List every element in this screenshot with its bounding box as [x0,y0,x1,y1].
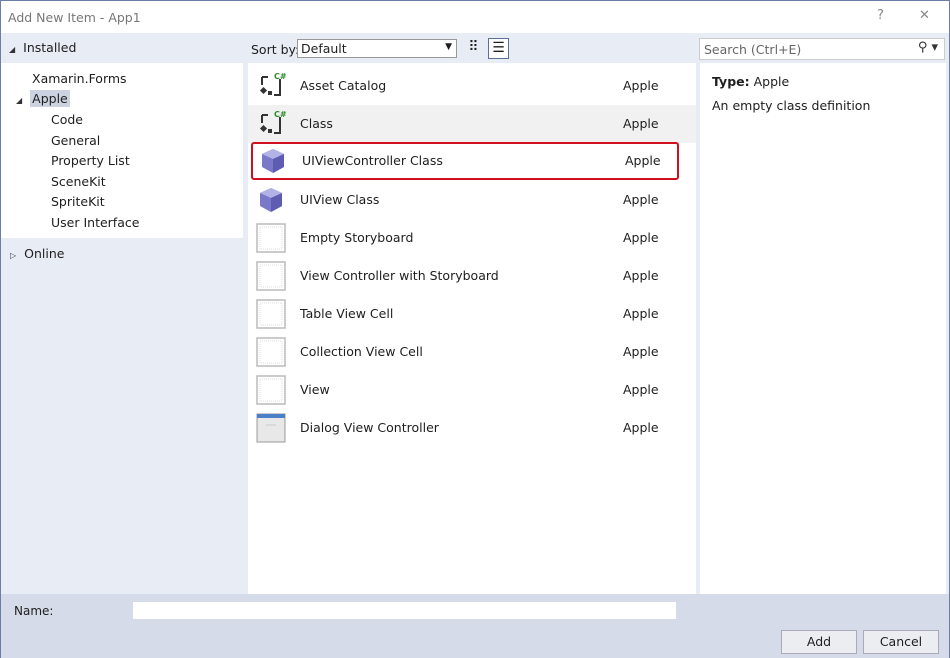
template-type: Apple [623,306,659,321]
name-label: Name: [14,604,54,618]
template-type: Apple [623,420,659,435]
template-name: Collection View Cell [300,344,423,359]
template-name: UIViewController Class [302,153,443,168]
template-type: Apple [625,153,661,168]
search-input[interactable]: Search (Ctrl+E) ⚲ ▾ [699,38,945,60]
help-button[interactable]: ? [877,8,884,23]
collapsed-triangle-icon: ▷ [10,251,17,260]
template-type: Apple [623,268,659,283]
tree-node-user-interface[interactable]: User Interface [51,215,139,230]
template-type: Apple [623,116,659,131]
template-name: Dialog View Controller [300,420,439,435]
title-bar: Add New Item - App1 ? ✕ [1,1,949,33]
template-row[interactable]: UIView Class Apple [248,181,696,219]
sort-by-select[interactable]: Default ▼ [297,39,457,58]
template-type: Apple [623,192,659,207]
search-icon[interactable]: ⚲ ▾ [918,40,938,55]
storyboard-icon [256,337,286,367]
template-name: Empty Storyboard [300,230,414,245]
template-type: Apple [623,78,659,93]
list-view-button[interactable]: ☰ [488,38,509,59]
cancel-button[interactable]: Cancel [863,630,939,654]
template-row[interactable]: Dialog View Controller Apple [248,409,696,447]
description: An empty class definition [712,98,871,113]
template-row[interactable]: Table View Cell Apple [248,295,696,333]
template-row[interactable]: Collection View Cell Apple [248,333,696,371]
template-type: Apple [623,382,659,397]
sort-value: Default [301,41,347,56]
storyboard-icon [256,375,286,405]
storyboard-icon [256,261,286,291]
template-name: Asset Catalog [300,78,387,93]
type-label: Type: [712,74,750,89]
tree-node-xamarin-forms[interactable]: Xamarin.Forms [32,71,127,86]
close-button[interactable]: ✕ [919,8,930,23]
template-name: Class [300,116,333,131]
template-type: Apple [623,230,659,245]
csharp-class-icon: C# [256,109,287,139]
tree-node-scenekit[interactable]: SceneKit [51,174,106,189]
template-name: Table View Cell [300,306,394,321]
storyboard-icon [256,299,286,329]
template-list: C# Asset Catalog Apple C# Class Apple UIViewCo… [248,63,696,594]
add-button[interactable]: Add [781,630,857,654]
footer: Name: Add Cancel [1,594,949,658]
template-row[interactable]: View Apple [248,371,696,409]
details-panel: Type: Apple An empty class definition [700,63,946,594]
template-row[interactable]: View Controller with Storyboard Apple [248,257,696,295]
list-icon: ☰ [492,40,505,56]
expanded-triangle-icon: ◢ [9,45,16,54]
chevron-down-icon: ▼ [445,42,452,52]
tree-node-apple[interactable]: ◢ Apple [16,90,70,107]
cube-icon [258,146,288,176]
template-name: UIView Class [300,192,380,207]
template-row[interactable]: UIViewController Class Apple [251,142,679,180]
template-type: Apple [623,344,659,359]
tree-node-online[interactable]: ▷ Online [10,246,64,261]
apple-label: Apple [30,90,70,107]
window-title: Add New Item - App1 [8,10,141,25]
tree-node-spritekit[interactable]: SpriteKit [51,194,105,209]
template-tree: Xamarin.Forms ◢ Apple Code General Proper… [1,63,243,238]
tree-node-code[interactable]: Code [51,112,83,127]
csharp-class-icon: C# [256,71,287,101]
template-row[interactable]: C# Class Apple [248,105,696,143]
cube-icon [256,185,286,215]
type-value: Apple [753,74,790,89]
grid-icon: ⠿ [468,39,479,55]
tree-node-installed[interactable]: ◢ Installed [9,40,76,55]
template-row[interactable]: Empty Storyboard Apple [248,219,696,257]
expanded-triangle-icon: ◢ [16,96,23,105]
name-input[interactable] [133,602,676,619]
small-icons-view-button[interactable]: ⠿ [463,38,484,59]
template-name: View [300,382,330,397]
template-name: View Controller with Storyboard [300,268,499,283]
online-label: Online [24,246,65,261]
svg-text:C#: C# [274,110,286,119]
dialog-icon [256,413,286,443]
search-placeholder: Search (Ctrl+E) [704,42,802,57]
storyboard-icon [256,223,286,253]
template-row[interactable]: C# Asset Catalog Apple [248,67,696,105]
sort-by-label: Sort by: [251,42,300,57]
tree-node-general[interactable]: General [51,133,100,148]
installed-label: Installed [23,40,77,55]
svg-text:C#: C# [274,72,286,81]
tree-node-property-list[interactable]: Property List [51,153,130,168]
add-new-item-dialog: Add New Item - App1 ? ✕ ◢ Installed Xamar… [0,0,950,658]
